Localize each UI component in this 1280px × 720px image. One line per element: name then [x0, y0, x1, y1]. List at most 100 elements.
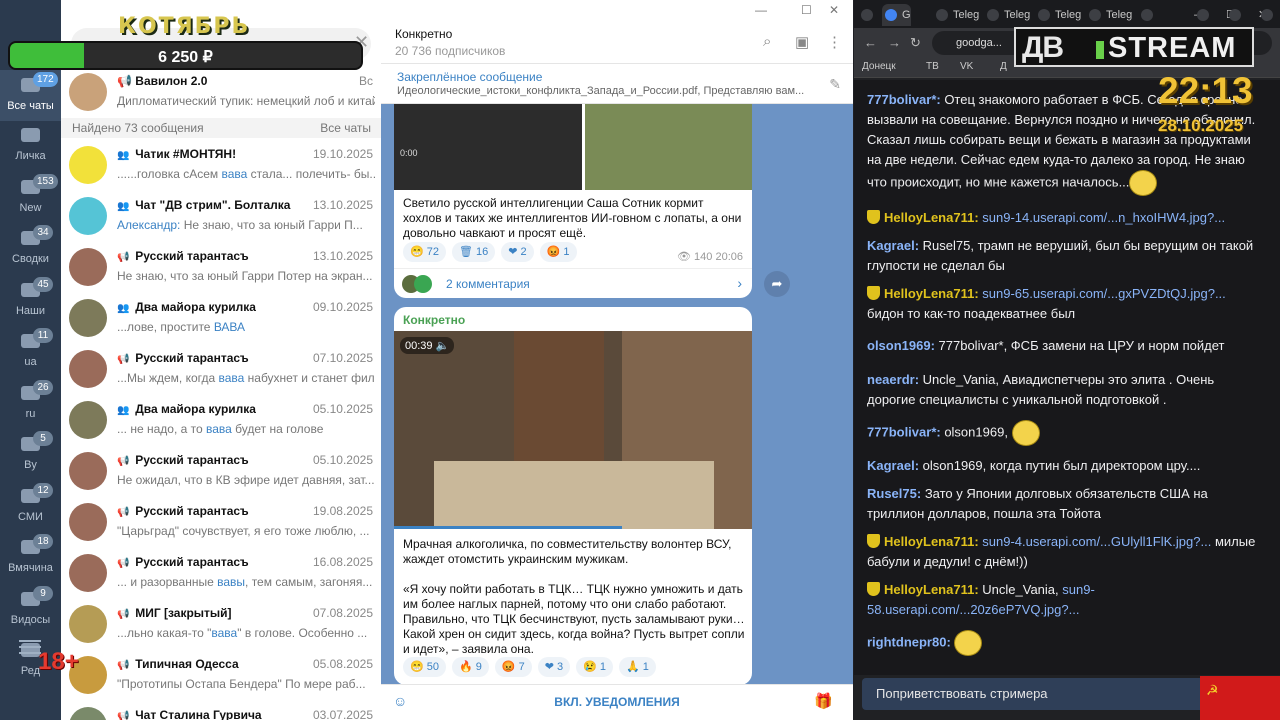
- folder-4[interactable]: 45 Наши: [0, 275, 61, 326]
- browser-tab[interactable]: Teleg: [984, 4, 1030, 26]
- chat-username[interactable]: 777bolivar*:: [867, 424, 941, 439]
- chat-username[interactable]: Kagrael:: [867, 458, 919, 473]
- channel-subscribers: 20 736 подписчиков: [395, 44, 506, 58]
- chat-row[interactable]: 📢 Типичная Одесса 05.08.2025 "Прототипы Ос…: [61, 649, 381, 700]
- folder-5[interactable]: 11 ua: [0, 326, 61, 377]
- folder-3[interactable]: 34 Сводки: [0, 223, 61, 274]
- tab-search-icon[interactable]: ⌄: [858, 4, 874, 26]
- channel-title[interactable]: Конкретно: [395, 27, 452, 41]
- chat-row-top[interactable]: 📢 Вавилон 2.0 Вс Дипломатический тупик: …: [61, 66, 381, 117]
- search-highlight: вава: [206, 422, 232, 436]
- close-icon[interactable]: ✕: [1258, 4, 1274, 26]
- folder-label: Личка: [15, 150, 46, 162]
- folder-0[interactable]: 172 Все чаты: [0, 70, 61, 121]
- folder-9[interactable]: 18 Вмячина: [0, 532, 61, 583]
- share-icon[interactable]: ➦: [764, 271, 790, 297]
- search-icon[interactable]: ⌕: [763, 33, 771, 50]
- minimize-icon[interactable]: —: [1194, 4, 1209, 26]
- forward-icon[interactable]: →: [888, 35, 901, 50]
- stream-overlay-title: КОТЯБРЬ: [118, 14, 251, 39]
- reaction[interactable]: 😡 1: [539, 242, 577, 262]
- chat-username[interactable]: HelloyLena711:: [884, 210, 979, 225]
- browser-tab[interactable]: G: [882, 4, 911, 26]
- maximize-icon[interactable]: ☐: [801, 3, 812, 17]
- post-image[interactable]: [585, 104, 752, 190]
- logo-left-text: ДВ: [1022, 31, 1064, 64]
- reaction[interactable]: ❤ 2: [501, 242, 534, 262]
- reload-icon[interactable]: ↻: [910, 35, 921, 51]
- reaction[interactable]: 🙏 1: [619, 657, 656, 677]
- folder-1[interactable]: Личка: [0, 120, 61, 171]
- reaction[interactable]: 🗑 16: [452, 242, 496, 262]
- back-icon[interactable]: ←: [864, 35, 877, 50]
- chat-row[interactable]: 📢 Русский тарантасъ 19.08.2025 "Царьград" …: [61, 496, 381, 547]
- chat-row[interactable]: 👥 Чат "ДВ стрим". Болталка 13.10.2025 Алек…: [61, 190, 381, 241]
- group-icon: 📢: [117, 711, 133, 720]
- gift-icon[interactable]: 🎁: [814, 692, 833, 710]
- reaction[interactable]: 😁 72: [403, 242, 446, 262]
- chat-username[interactable]: neaerdr:: [867, 372, 919, 387]
- browser-tab[interactable]: Teleg: [933, 4, 979, 26]
- browser-tab[interactable]: Teleg: [1035, 4, 1081, 26]
- chat-link[interactable]: sun9-4.userapi.com/...GUlyll1FlK.jpg?...: [979, 534, 1211, 549]
- pin-icon[interactable]: ✎: [829, 76, 841, 93]
- folder-10[interactable]: 9 Видосы: [0, 584, 61, 635]
- minimize-icon[interactable]: —: [755, 3, 767, 17]
- chat-row[interactable]: 📢 МИГ [закрытый] 07.08.2025 ...льно какая-…: [61, 598, 381, 649]
- chat-row[interactable]: 📢 Чат Сталина Гурвича 03.07.2025: [61, 700, 381, 720]
- reaction[interactable]: ❤ 3: [537, 657, 571, 677]
- folder-count: 18: [33, 534, 53, 549]
- more-menu-icon[interactable]: ⋮: [827, 33, 842, 51]
- close-icon[interactable]: ✕: [829, 3, 839, 17]
- folder-6[interactable]: 26 ru: [0, 378, 61, 429]
- mute-icon[interactable]: 🔈: [436, 340, 450, 352]
- chat-name: 👥 Два майора курилка: [117, 402, 256, 416]
- all-chats-filter[interactable]: Все чаты: [320, 121, 371, 135]
- chat-row[interactable]: 👥 Два майора курилка 05.10.2025 ... не над…: [61, 394, 381, 445]
- video-progress[interactable]: [394, 526, 622, 529]
- notifications-button[interactable]: ВКЛ. УВЕДОМЛЕНИЯ: [381, 695, 853, 709]
- sidebar-toggle-icon[interactable]: ▣: [795, 33, 809, 51]
- bookmark[interactable]: Д: [1000, 61, 1007, 72]
- avatar: [69, 248, 107, 286]
- chat-username[interactable]: HelloyLena711:: [884, 582, 979, 597]
- screen: 172 Все чаты Личка 153 New 34 Сводки 45 Наши 11 ua…: [0, 0, 1280, 720]
- chat-username[interactable]: HelloyLena711:: [884, 286, 979, 301]
- avatar: [69, 197, 107, 235]
- chat-link[interactable]: sun9-14.userapi.com/...n_hxoIHW4.jpg?...: [979, 210, 1225, 225]
- chat-username[interactable]: Kagrael:: [867, 238, 919, 253]
- pinned-message[interactable]: Закреплённое сообщение Идеологические_ис…: [381, 64, 853, 104]
- chat-row[interactable]: 📢 Русский тарантасъ 16.08.2025 ... и разор…: [61, 547, 381, 598]
- chat-row[interactable]: 📢 Русский тарантасъ 05.10.2025 Не ожидал, …: [61, 445, 381, 496]
- browser-tab[interactable]: Teleg: [1086, 4, 1132, 26]
- reaction[interactable]: 😡 7: [494, 657, 532, 677]
- smiley-emote-icon: [954, 630, 983, 656]
- chat-username[interactable]: rightdnepr80:: [867, 634, 951, 649]
- folder-2[interactable]: 153 New: [0, 172, 61, 223]
- chat-row[interactable]: 👥 Чатик #МОНТЯН! 19.10.2025 ......головка …: [61, 139, 381, 190]
- chat-text: olson1969, когда путин был директором цр…: [919, 458, 1201, 473]
- post-image[interactable]: 0:00: [394, 104, 582, 190]
- chat-name: 👥 Чатик #МОНТЯН!: [117, 147, 237, 161]
- comments-button[interactable]: 2 комментария ›: [394, 268, 752, 298]
- bookmark[interactable]: ТВ: [926, 61, 939, 72]
- chat-username[interactable]: 777bolivar*:: [867, 92, 941, 107]
- chat-link[interactable]: sun9-65.userapi.com/...gxPVZDtQJ.jpg?...: [979, 286, 1226, 301]
- chat-row[interactable]: 📢 Русский тарантасъ 13.10.2025 Не знаю, чт…: [61, 241, 381, 292]
- folder-7[interactable]: 5 By: [0, 429, 61, 480]
- bookmark[interactable]: Донецк: [862, 61, 896, 72]
- chat-username[interactable]: Rusel75:: [867, 486, 921, 501]
- chat-row[interactable]: 📢 Русский тарантасъ 07.10.2025 ...Мы ждем,…: [61, 343, 381, 394]
- bookmark[interactable]: VK: [960, 61, 973, 72]
- folder-count: 12: [33, 482, 53, 498]
- post-video[interactable]: 00:39 🔈: [394, 331, 752, 529]
- reaction[interactable]: 😁 50: [403, 657, 446, 677]
- reaction[interactable]: 🔥 9: [452, 657, 489, 677]
- reaction[interactable]: 😢 1: [576, 657, 614, 677]
- folder-8[interactable]: 12 СМИ: [0, 481, 61, 532]
- maximize-icon[interactable]: ☐: [1226, 4, 1241, 26]
- new-tab-icon[interactable]: +: [1138, 4, 1154, 26]
- chat-row[interactable]: 👥 Два майора курилка 09.10.2025 ...лове, п…: [61, 292, 381, 343]
- chat-username[interactable]: olson1969:: [867, 338, 935, 353]
- chat-username[interactable]: HelloyLena711:: [884, 534, 979, 549]
